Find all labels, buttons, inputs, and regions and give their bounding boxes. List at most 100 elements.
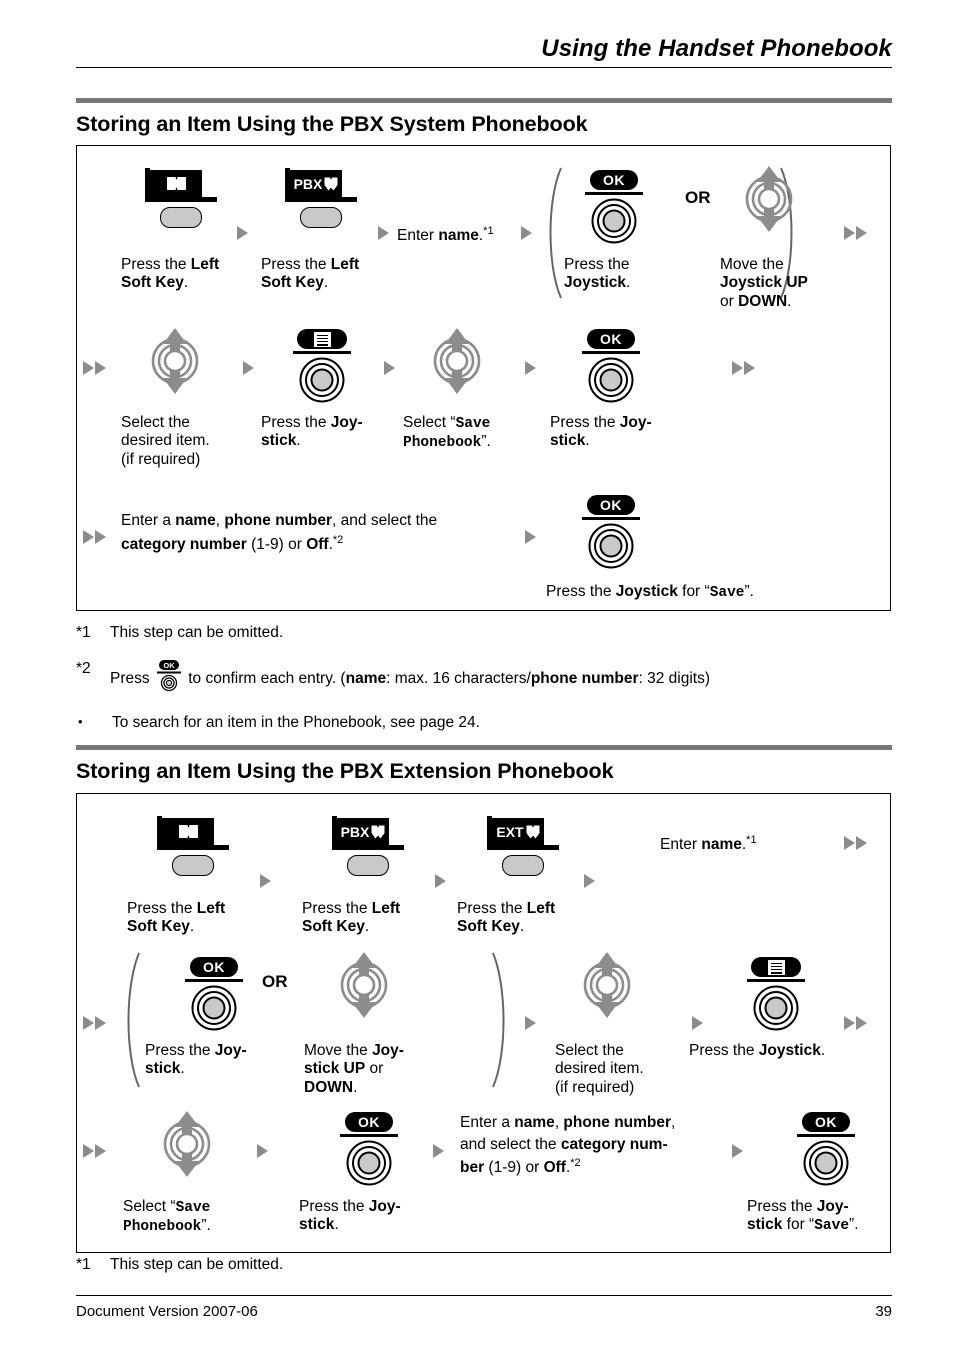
ok-badge: OK xyxy=(345,1112,393,1132)
menu-badge xyxy=(297,329,347,349)
softkey-button[interactable] xyxy=(172,855,214,876)
step-press-joystick-3[interactable]: OK xyxy=(574,329,648,403)
softkey-underline xyxy=(487,845,559,850)
step-press-joystick-5[interactable] xyxy=(739,957,813,1031)
joystick-updown-icon[interactable] xyxy=(577,952,637,1018)
joystick-menu-icon[interactable] xyxy=(299,357,345,403)
step-press-left-soft-key-2[interactable]: PBX xyxy=(285,168,357,228)
step-move-joystick-1[interactable] xyxy=(739,166,799,237)
step-press-joystick-2[interactable] xyxy=(285,329,359,403)
joystick-ok-icon[interactable] xyxy=(803,1140,849,1186)
step-press-joystick-4[interactable]: OK xyxy=(177,957,251,1031)
caption-bold-off: Off xyxy=(306,536,329,554)
caption-bold-3: DOWN xyxy=(304,1078,354,1096)
caption-text: Enter a xyxy=(460,1114,515,1131)
step-caption-s2-6: Move the Joy-stick UP or DOWN. xyxy=(304,1042,434,1097)
step-caption-9: Press the Joy-stick. xyxy=(550,414,670,451)
step-press-left-soft-key-4[interactable]: PBX xyxy=(332,816,404,876)
joystick-ok-icon[interactable] xyxy=(588,523,634,569)
caption-tail: ”. xyxy=(849,1216,859,1234)
caption-text-2: or xyxy=(720,292,739,310)
joystick-menu-icon[interactable] xyxy=(753,985,799,1031)
caption-text: Enter xyxy=(660,836,702,854)
step-press-left-soft-key-1[interactable] xyxy=(145,168,217,228)
step-press-joystick-6[interactable]: OK xyxy=(332,1112,406,1186)
arrow-5 xyxy=(384,359,395,377)
step-press-joystick-save-2[interactable]: OK xyxy=(789,1112,863,1186)
softkey-button[interactable] xyxy=(160,207,202,228)
step-press-joystick-1[interactable]: OK xyxy=(577,170,651,244)
footnote-text: This step can be omitted. xyxy=(110,624,284,641)
caption-text: Press the xyxy=(457,900,527,917)
section-heading-2: Storing an Item Using the PBX Extension … xyxy=(76,759,614,783)
caption-line-1: Select the xyxy=(555,1042,624,1059)
pbx-softkey-icon: PBX xyxy=(290,170,342,197)
softkey-button[interactable] xyxy=(347,855,389,876)
step-select-save-phonebook-1[interactable] xyxy=(427,328,487,399)
step-press-joystick-save-1[interactable]: OK xyxy=(574,495,648,569)
step-caption-8: Select “Save Phonebook”. xyxy=(403,414,543,452)
caption-tail: ”. xyxy=(201,1217,211,1235)
caption-text: Enter a xyxy=(121,512,176,529)
arrow-wrap-s2-4 xyxy=(83,1142,107,1160)
caption-text: Press the xyxy=(121,256,191,273)
flow-box-2: Press the Left Soft Key. PBX Press the L… xyxy=(76,793,891,1253)
joystick-updown-icon[interactable] xyxy=(334,952,394,1018)
section-bar xyxy=(76,98,892,103)
step-select-item-2[interactable] xyxy=(577,952,637,1023)
phonebook-softkey-icon xyxy=(150,170,202,197)
step-caption-s2-8: Press the Joystick. xyxy=(689,1042,825,1060)
caption-bold: Joystick xyxy=(615,583,678,600)
caption-bold-phone: phone number xyxy=(563,1114,672,1131)
step-enter-name-1: Enter name.*1 xyxy=(397,225,494,245)
joystick-updown-icon[interactable] xyxy=(145,328,205,394)
caption-text: Press the xyxy=(302,900,372,917)
joystick-ok-icon[interactable] xyxy=(191,985,237,1031)
step-press-left-soft-key-5[interactable]: EXT xyxy=(487,816,559,876)
caption-text-2: and select the xyxy=(460,1136,561,1153)
joystick-rule xyxy=(797,1134,855,1138)
arrow-1 xyxy=(237,224,248,242)
step-caption-s2-10: Press the Joy-stick. xyxy=(299,1198,429,1235)
step-caption-11: Press the Joystick for “Save”. xyxy=(546,583,754,602)
pbx-label: PBX xyxy=(340,823,370,840)
step-caption-6: Select the desired item. (if required) xyxy=(121,414,251,469)
footnotes-1: *1 This step can be omitted. *2 Press OK… xyxy=(76,613,892,733)
footnote-post: : 32 digits) xyxy=(638,669,710,687)
arrow-7 xyxy=(525,528,536,546)
footnote-ref: *1 xyxy=(746,834,757,846)
book-icon xyxy=(324,177,338,191)
softkey-button[interactable] xyxy=(502,855,544,876)
step-caption-s2-2: Press the Left Soft Key. xyxy=(302,900,432,937)
step-select-save-phonebook-2[interactable] xyxy=(157,1111,217,1182)
step-caption-s2-1: Press the Left Soft Key. xyxy=(127,900,257,937)
pbx-softkey-icon: PBX xyxy=(337,818,389,845)
footer-rule xyxy=(76,1295,892,1296)
caption-text: Move the xyxy=(720,256,784,273)
caption-tail: . xyxy=(334,1216,339,1234)
joystick-ok-icon[interactable] xyxy=(346,1140,392,1186)
menu-icon xyxy=(313,331,331,347)
arrow-s2-5 xyxy=(692,1014,703,1032)
arrow-6 xyxy=(525,359,536,377)
ok-badge: OK xyxy=(190,957,238,977)
step-caption-5: Move the Joystick UP or DOWN. xyxy=(720,256,850,311)
caption-mid: or xyxy=(365,1060,384,1078)
joystick-updown-icon[interactable] xyxy=(739,166,799,232)
step-press-left-soft-key-3[interactable] xyxy=(157,816,229,876)
page-number: 39 xyxy=(875,1303,892,1320)
caption-bold: name xyxy=(438,227,479,245)
joystick-ok-icon[interactable] xyxy=(588,357,634,403)
joystick-rule xyxy=(340,1134,398,1138)
joystick-updown-icon[interactable] xyxy=(427,328,487,394)
arrow-wrap-s2-1 xyxy=(844,834,868,852)
ext-softkey-icon: EXT xyxy=(492,818,544,845)
softkey-button[interactable] xyxy=(300,207,342,228)
joystick-ok-icon[interactable] xyxy=(591,198,637,244)
joystick-updown-icon[interactable] xyxy=(157,1111,217,1177)
step-select-item-1[interactable] xyxy=(145,328,205,399)
step-move-joystick-2[interactable] xyxy=(334,952,394,1023)
flow-box-1: Press the Left Soft Key. PBX Press the L… xyxy=(76,145,891,611)
caption-bold-phone: phone number xyxy=(224,512,333,529)
phonebook-softkey-icon xyxy=(162,818,214,845)
